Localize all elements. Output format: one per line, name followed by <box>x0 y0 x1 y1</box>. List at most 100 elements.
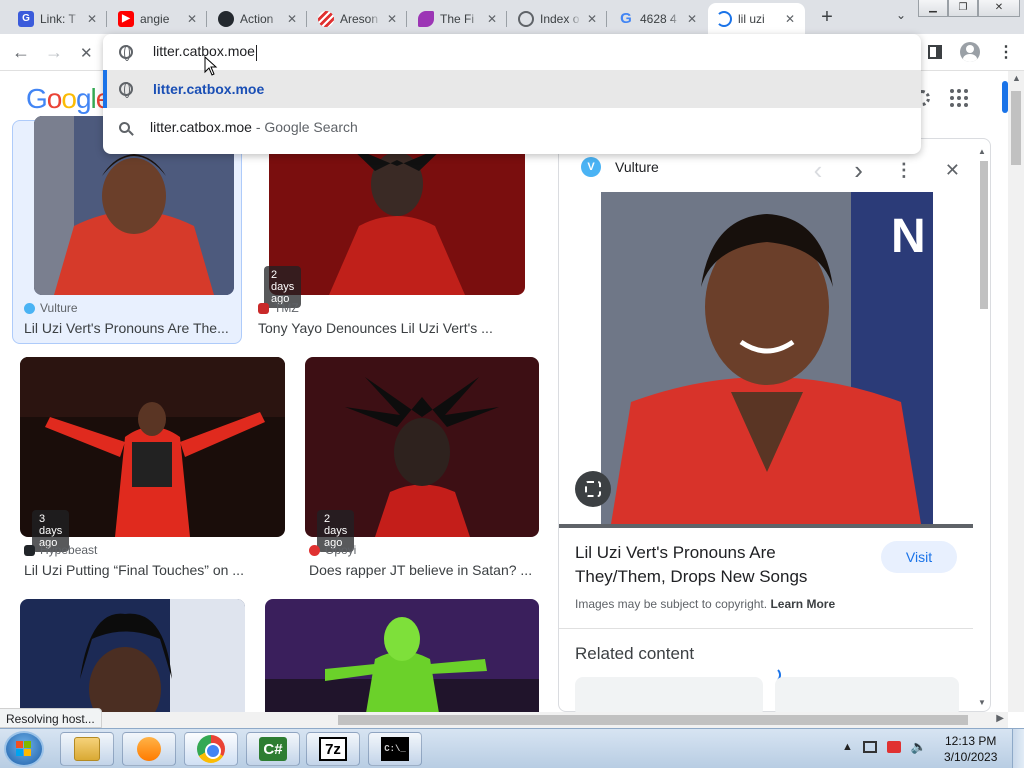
generic-site-icon: G <box>18 10 34 27</box>
result-source-name: Vulture <box>40 301 78 315</box>
page-scroll-thumb[interactable] <box>1011 91 1021 165</box>
tab-areson[interactable]: Areson ✕ <box>310 3 407 34</box>
tab-close-icon[interactable]: ✕ <box>587 12 599 26</box>
copyright-notice: Images may be subject to copyright. Lear… <box>575 597 835 611</box>
visit-button[interactable]: Visit <box>881 541 957 573</box>
show-desktop-button[interactable] <box>1012 729 1024 768</box>
taskbar-clock[interactable]: 12:13 PM 3/10/2023 <box>944 733 997 765</box>
command-prompt-icon: C:\_ <box>381 737 409 761</box>
image-preview-panel: V Vulture ‹ › ⋮ ✕ N Lil Uzi Vert's Prono… <box>558 138 991 712</box>
suggestion-text: litter.catbox.moe <box>150 119 252 135</box>
page-horizontal-scrollbar[interactable]: ▶ <box>0 712 1008 728</box>
text-caret <box>255 44 257 61</box>
action-center-flag-icon[interactable] <box>886 741 901 753</box>
google-images-page: Google Vulture Lil Uzi Vert's Pronouns A… <box>0 71 1008 712</box>
close-window-button[interactable]: ✕ <box>978 0 1020 17</box>
suggestion-subtext: - Google Search <box>251 119 358 135</box>
status-bubble: Resolving host... <box>0 708 102 728</box>
side-panel-icon[interactable] <box>928 45 942 59</box>
panel-title[interactable]: Lil Uzi Vert's Pronouns Are They/Them, D… <box>575 541 865 589</box>
result-source-name: TMZ <box>274 301 299 315</box>
network-icon[interactable] <box>862 741 877 753</box>
scroll-right-arrow-icon[interactable]: ▶ <box>996 713 1004 724</box>
tab-youtube[interactable]: ▶ angie ✕ <box>110 3 207 34</box>
result-source-name: Opoyi <box>325 543 357 557</box>
divider <box>559 628 973 629</box>
restore-button[interactable]: ❐ <box>948 0 978 17</box>
taskbar-7zip[interactable]: 7z <box>306 732 360 766</box>
tab-link[interactable]: G Link: T ✕ <box>10 3 107 34</box>
google-lens-button[interactable] <box>575 471 611 507</box>
new-tab-button[interactable]: + <box>816 6 838 29</box>
toolbar-actions: ⋮ <box>928 42 1014 62</box>
tab-title: Areson <box>340 11 379 26</box>
result-caption[interactable]: Lil Uzi Vert's Pronouns Are The... <box>24 320 230 336</box>
profile-avatar[interactable] <box>960 42 980 62</box>
taskbar-chrome[interactable] <box>184 732 238 766</box>
tray-expand-icon[interactable]: ▲ <box>842 741 853 753</box>
panel-scrollbar[interactable]: ▲ ▼ <box>978 147 988 707</box>
google-logo[interactable]: Google <box>26 83 111 115</box>
apps-grid-icon[interactable] <box>950 89 968 107</box>
tab-index[interactable]: Index o ✕ <box>510 3 607 34</box>
result-source: TMZ <box>258 301 299 315</box>
page-vertical-scrollbar[interactable]: ▲ <box>1008 71 1024 712</box>
scroll-down-arrow-icon[interactable]: ▼ <box>978 698 986 707</box>
suggestion-url[interactable]: litter.catbox.moe <box>103 70 921 108</box>
tab-github[interactable]: Action ✕ <box>210 3 307 34</box>
scroll-up-arrow-icon[interactable]: ▲ <box>1012 73 1021 83</box>
suggestion-search[interactable]: litter.catbox.moe - Google Search <box>103 108 921 146</box>
forward-arrow-icon[interactable]: → <box>45 42 63 63</box>
tab-search-icon[interactable]: ⌄ <box>896 8 906 22</box>
panel-source[interactable]: V Vulture <box>581 157 659 177</box>
result-source: Hypebeast <box>24 543 97 557</box>
tab-close-icon[interactable]: ✕ <box>487 12 499 26</box>
globe-icon <box>518 10 534 27</box>
tab-the-fi[interactable]: The Fi ✕ <box>410 3 507 34</box>
next-chevron-icon[interactable]: › <box>854 155 863 186</box>
suggestion-text: litter.catbox.moe <box>153 81 265 97</box>
tab-close-icon[interactable]: ✕ <box>187 12 199 26</box>
close-icon[interactable]: ✕ <box>945 160 960 181</box>
scroll-up-arrow-icon[interactable]: ▲ <box>978 147 986 156</box>
more-options-icon[interactable]: ⋮ <box>895 160 913 181</box>
mouse-cursor-icon <box>204 56 218 76</box>
learn-more-link[interactable]: Learn More <box>770 597 835 611</box>
taskbar-csharp[interactable]: C# <box>246 732 300 766</box>
result-source: Vulture <box>24 301 78 315</box>
panel-preview-image[interactable]: N <box>601 192 933 524</box>
volume-icon[interactable]: 🔈 <box>911 739 927 755</box>
chrome-menu-icon[interactable]: ⋮ <box>998 42 1014 62</box>
tab-close-icon[interactable]: ✕ <box>687 12 699 26</box>
tab-google[interactable]: G 4628 4 ✕ <box>610 3 707 34</box>
tab-close-icon[interactable]: ✕ <box>785 12 797 26</box>
stop-loading-icon[interactable]: ✕ <box>80 44 93 62</box>
result-caption[interactable]: Does rapper JT believe in Satan? ... <box>309 562 532 578</box>
tab-lil-uzi[interactable]: lil uzi ✕ <box>708 3 805 34</box>
horizontal-scroll-thumb[interactable] <box>338 715 968 725</box>
tab-close-icon[interactable]: ✕ <box>287 12 299 26</box>
taskbar-cmd[interactable]: C:\_ <box>368 732 422 766</box>
result-source: Opoyi <box>309 543 356 557</box>
previous-chevron-icon[interactable]: ‹ <box>814 155 823 186</box>
tab-close-icon[interactable]: ✕ <box>87 12 99 26</box>
back-arrow-icon[interactable]: ← <box>12 42 30 63</box>
related-content-heading: Related content <box>575 644 695 663</box>
address-bar[interactable]: litter.catbox.moe <box>103 34 921 70</box>
minimize-button[interactable]: ▁ <box>918 0 948 17</box>
result-image[interactable] <box>265 599 539 712</box>
taskbar-explorer[interactable] <box>60 732 114 766</box>
header-icons <box>914 89 968 107</box>
image-underline <box>559 524 973 528</box>
result-caption[interactable]: Lil Uzi Putting “Final Touches” on ... <box>24 562 244 578</box>
tab-title: Action <box>240 11 274 26</box>
start-button[interactable] <box>4 731 44 767</box>
taskbar-media-player[interactable] <box>122 732 176 766</box>
result-caption[interactable]: Tony Yayo Denounces Lil Uzi Vert's ... <box>258 320 493 336</box>
lens-icon <box>585 481 601 497</box>
tab-title: Index o <box>540 11 580 26</box>
result-image[interactable] <box>20 599 245 712</box>
panel-scroll-thumb[interactable] <box>980 161 988 309</box>
vulture-favicon-icon: V <box>581 157 601 177</box>
tab-close-icon[interactable]: ✕ <box>387 12 399 26</box>
